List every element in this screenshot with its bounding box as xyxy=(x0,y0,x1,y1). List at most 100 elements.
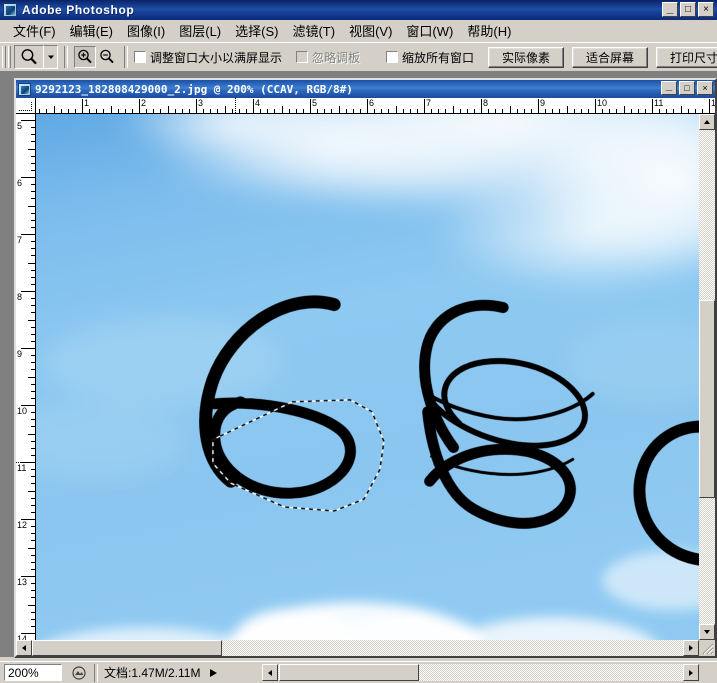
resize-grip[interactable] xyxy=(699,640,715,656)
zoom-out-button[interactable] xyxy=(96,46,118,68)
ruler-minor-tick xyxy=(175,109,176,113)
ruler-minor-tick xyxy=(474,109,475,113)
menu-help[interactable]: 帮助(H) xyxy=(460,19,518,43)
app-maximize-button[interactable]: □ xyxy=(680,2,696,17)
ruler-minor-tick xyxy=(210,109,211,113)
ruler-label: 11 xyxy=(654,98,664,108)
triangle-right-icon xyxy=(209,668,217,677)
ruler-minor-tick xyxy=(545,109,546,113)
scroll-down-button[interactable] xyxy=(699,624,715,640)
resize-window-label: 调整窗口大小以满屏显示 xyxy=(150,50,283,65)
document-minimize-button[interactable]: _ xyxy=(661,81,677,95)
status-scroll-thumb[interactable] xyxy=(279,664,419,681)
ruler-minor-tick xyxy=(225,106,226,113)
ruler-minor-tick xyxy=(673,109,674,113)
tool-preset-dropdown[interactable] xyxy=(44,45,58,69)
ruler-minor-tick xyxy=(146,109,147,113)
menu-view[interactable]: 视图(V) xyxy=(342,19,399,43)
ruler-minor-tick xyxy=(645,109,646,113)
scroll-left-button[interactable] xyxy=(16,640,32,656)
ruler-minor-tick xyxy=(28,320,35,321)
status-scroll-right-button[interactable] xyxy=(683,664,699,681)
ruler-minor-tick xyxy=(374,109,375,113)
menu-filter[interactable]: 滤镜(T) xyxy=(285,19,342,43)
status-horizontal-scrollbar[interactable] xyxy=(262,664,699,681)
ruler-minor-tick xyxy=(339,106,340,113)
ruler-minor-tick xyxy=(31,626,35,627)
ruler-label: 6 xyxy=(369,98,375,108)
ruler-minor-tick xyxy=(681,106,682,113)
vertical-ruler[interactable]: 5 6 7 8 9 10 11 12 13 14 xyxy=(16,114,36,656)
ruler-minor-tick xyxy=(31,213,35,214)
menu-edit[interactable]: 编辑(E) xyxy=(63,19,120,43)
ruler-minor-tick xyxy=(31,170,35,171)
ruler-minor-tick xyxy=(659,109,660,113)
menu-image[interactable]: 图像(I) xyxy=(120,19,172,43)
ruler-minor-tick xyxy=(453,106,454,113)
zoom-in-button[interactable] xyxy=(74,46,96,68)
canvas-vertical-scrollbar[interactable] xyxy=(699,114,715,640)
zoom-all-windows-checkbox[interactable]: 缩放所有窗口 xyxy=(386,49,474,66)
ruler-major-tick xyxy=(139,99,140,113)
menu-layer[interactable]: 图层(L) xyxy=(172,19,228,43)
print-size-button[interactable]: 打印尺寸 xyxy=(656,46,717,68)
ruler-minor-tick xyxy=(39,109,40,113)
menu-bar: 文件(F) 编辑(E) 图像(I) 图层(L) 选择(S) 滤镜(T) 视图(V… xyxy=(0,20,717,42)
ruler-minor-tick xyxy=(61,109,62,113)
status-menu-button[interactable] xyxy=(206,664,220,681)
scroll-right-button[interactable] xyxy=(683,640,699,656)
ruler-minor-tick xyxy=(581,109,582,113)
actual-pixels-button[interactable]: 实际像素 xyxy=(488,46,565,68)
ruler-minor-tick xyxy=(666,109,667,113)
ruler-label: 2 xyxy=(141,98,147,108)
ruler-label: 6 xyxy=(17,178,23,188)
document-close-button[interactable]: × xyxy=(697,81,713,95)
close-icon: × xyxy=(702,82,708,93)
canvas-horizontal-scrollbar[interactable] xyxy=(16,640,699,656)
ruler-minor-tick xyxy=(31,483,35,484)
document-title-bar[interactable]: 9292123_182808429000_2.jpg @ 200% (CCAV,… xyxy=(16,80,715,98)
ruler-major-tick xyxy=(196,99,197,113)
ruler-minor-tick xyxy=(31,220,35,221)
ruler-guide-marker xyxy=(16,462,35,463)
ruler-label: 3 xyxy=(198,98,204,108)
options-bar-grip[interactable] xyxy=(2,45,11,69)
resize-window-checkbox[interactable]: 调整窗口大小以满屏显示 xyxy=(134,49,282,66)
ruler-minor-tick xyxy=(31,505,35,506)
document-preview-button[interactable] xyxy=(70,664,88,681)
ruler-minor-tick xyxy=(54,106,55,113)
ruler-minor-tick xyxy=(28,605,35,606)
ruler-minor-tick xyxy=(353,109,354,113)
ruler-label: 12 xyxy=(17,520,28,530)
zoom-level-input[interactable]: 200% xyxy=(4,664,62,681)
ruler-minor-tick xyxy=(75,109,76,113)
horizontal-scroll-thumb[interactable] xyxy=(32,640,222,656)
ruler-minor-tick xyxy=(438,109,439,113)
ruler-label: 5 xyxy=(17,121,23,131)
ruler-minor-tick xyxy=(189,109,190,113)
menu-file[interactable]: 文件(F) xyxy=(6,19,63,43)
ruler-minor-tick xyxy=(203,109,204,113)
ruler-minor-tick xyxy=(624,106,625,113)
ruler-minor-tick xyxy=(31,476,35,477)
scroll-up-button[interactable] xyxy=(699,114,715,130)
ruler-minor-tick xyxy=(103,109,104,113)
ruler-major-tick xyxy=(253,99,254,113)
menu-window[interactable]: 窗口(W) xyxy=(399,19,460,43)
document-maximize-button[interactable]: □ xyxy=(679,81,695,95)
app-close-button[interactable]: × xyxy=(698,2,714,17)
horizontal-ruler[interactable]: 123456789101112 xyxy=(36,98,715,114)
ruler-minor-tick xyxy=(303,109,304,113)
checkbox-box xyxy=(296,51,309,63)
ruler-minor-tick xyxy=(96,109,97,113)
menu-select[interactable]: 选择(S) xyxy=(228,19,285,43)
fit-on-screen-button[interactable]: 适合屏幕 xyxy=(572,46,649,68)
active-tool-button[interactable] xyxy=(14,45,44,69)
close-icon: × xyxy=(703,3,709,15)
image-canvas[interactable] xyxy=(36,114,699,640)
ruler-minor-tick xyxy=(296,109,297,113)
vertical-scroll-thumb[interactable] xyxy=(699,300,715,498)
status-scroll-left-button[interactable] xyxy=(262,664,278,681)
app-minimize-button[interactable]: _ xyxy=(662,2,678,17)
sky-image xyxy=(36,114,699,640)
